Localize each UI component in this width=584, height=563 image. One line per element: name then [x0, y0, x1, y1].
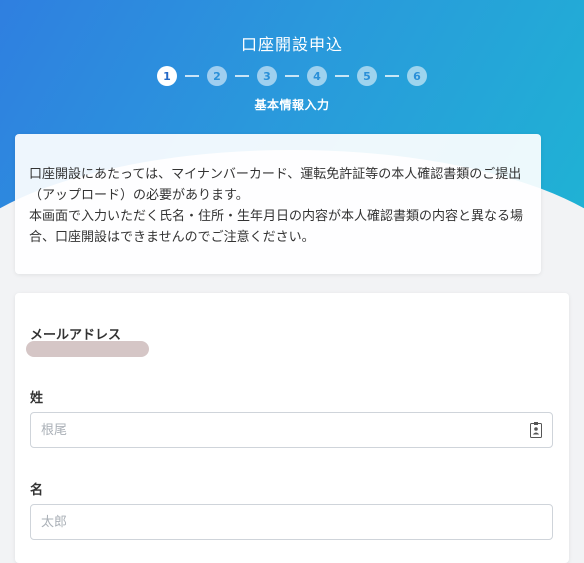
first-name-input[interactable] — [31, 505, 531, 539]
step-connector — [235, 75, 249, 77]
first-name-label: 名 — [30, 483, 44, 498]
page-title: 口座開設申込 — [240, 35, 343, 54]
step-connector — [185, 75, 199, 77]
step-1: 1 — [157, 66, 177, 86]
basic-info-form: メールアドレス 姓 名 — [15, 293, 569, 563]
notice-paragraph: 口座開設にあたっては、マイナンバーカード、運転免許証等の本人確認書類のご提出（ア… — [29, 167, 522, 203]
notice-paragraph: 本画面で入力いただく氏名・住所・生年月日の内容が本人確認書類の内容と異なる場合、… — [29, 209, 524, 245]
step-label: 基本情報入力 — [254, 98, 330, 112]
step-5: 5 — [357, 66, 377, 86]
step-connector — [385, 75, 399, 77]
step-2: 2 — [207, 66, 227, 86]
step-3: 3 — [257, 66, 277, 86]
step-4: 4 — [307, 66, 327, 86]
contact-card-icon — [530, 422, 542, 438]
step-connector — [285, 75, 299, 77]
first-name-field[interactable] — [30, 504, 553, 540]
last-name-label: 姓 — [30, 391, 44, 406]
last-name-input[interactable] — [31, 413, 531, 447]
email-value-masked — [26, 341, 149, 357]
notice-card: 口座開設にあたっては、マイナンバーカード、運転免許証等の本人確認書類のご提出（ア… — [15, 134, 541, 274]
step-6: 6 — [407, 66, 427, 86]
last-name-field[interactable] — [30, 412, 553, 448]
step-connector — [335, 75, 349, 77]
step-indicator: 1 2 3 4 5 6 — [0, 66, 584, 86]
